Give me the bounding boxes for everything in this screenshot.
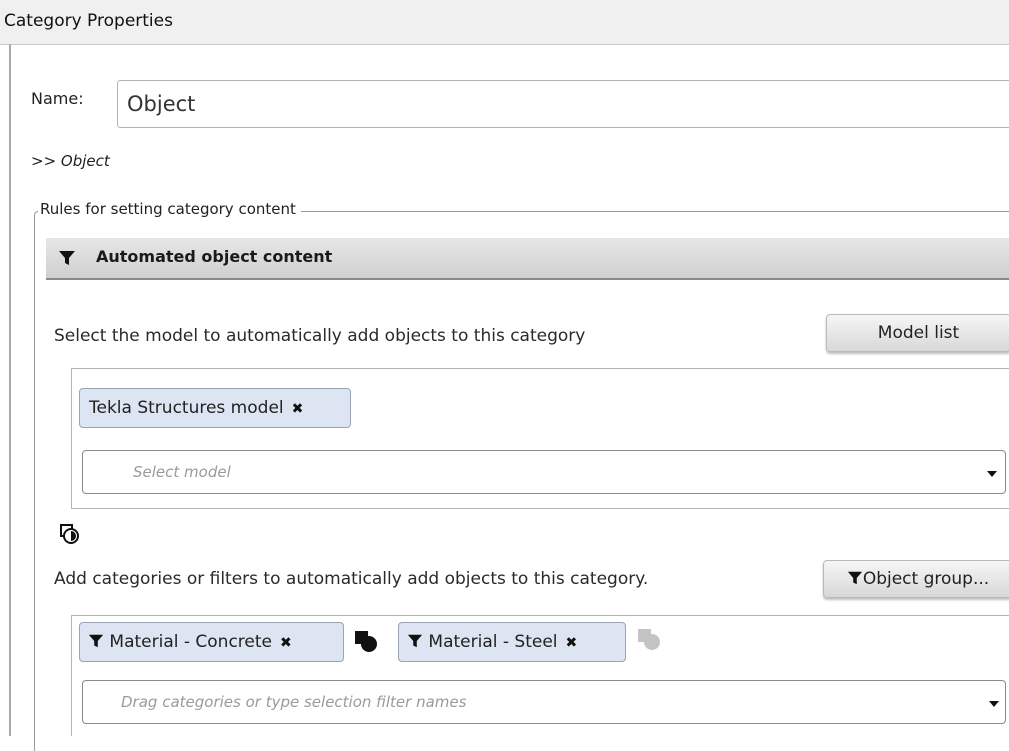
- filter-chip-label: Material - Concrete: [109, 632, 273, 652]
- filter-chip-label: Material - Steel: [428, 632, 558, 652]
- combine-icon[interactable]: [354, 630, 380, 654]
- close-icon[interactable]: ✖: [292, 401, 304, 417]
- name-input[interactable]: Object: [117, 80, 1009, 128]
- model-list-button[interactable]: Model list: [826, 314, 1009, 352]
- automated-content-header[interactable]: Automated object content: [46, 238, 1009, 280]
- filter-select-placeholder: Drag categories or type selection filter…: [121, 693, 467, 711]
- object-group-button-label: Object group...: [862, 569, 990, 589]
- combine-icon[interactable]: [637, 628, 663, 652]
- filter-instruction: Add categories or filters to automatical…: [54, 569, 649, 589]
- model-instruction: Select the model to automatically add ob…: [54, 326, 586, 346]
- breadcrumb-current: Object: [60, 152, 110, 170]
- model-select-placeholder: Select model: [133, 463, 231, 481]
- window-title: Category Properties: [4, 11, 173, 31]
- filter-icon: [88, 634, 104, 648]
- name-label: Name:: [31, 89, 84, 108]
- filter-select[interactable]: Drag categories or type selection filter…: [82, 680, 1006, 724]
- name-input-value: Object: [127, 92, 196, 116]
- model-select[interactable]: Select model: [82, 450, 1006, 494]
- model-list-button-label: Model list: [877, 323, 960, 343]
- dropdown-caret-icon: [987, 471, 997, 477]
- dropdown-caret-icon: [989, 701, 999, 707]
- rules-group-title: Rules for setting category content: [38, 200, 301, 218]
- window-titlebar: Category Properties: [0, 0, 1009, 45]
- close-icon[interactable]: ✖: [280, 635, 292, 651]
- filter-icon: [59, 251, 75, 265]
- model-chip-label: Tekla Structures model: [89, 398, 284, 418]
- panel-border: [9, 44, 11, 736]
- object-group-button[interactable]: Object group...: [823, 560, 1009, 598]
- filter-icon: [407, 634, 423, 648]
- breadcrumb-prefix: >>: [31, 152, 57, 170]
- section-header-label: Automated object content: [96, 247, 333, 266]
- close-icon[interactable]: ✖: [566, 635, 578, 651]
- model-chip[interactable]: Tekla Structures model ✖: [79, 388, 351, 428]
- combine-icon[interactable]: [60, 524, 80, 546]
- filter-chip-concrete[interactable]: Material - Concrete ✖: [79, 622, 344, 662]
- filter-icon: [847, 571, 862, 585]
- breadcrumb: >> Object: [31, 152, 110, 170]
- filter-chip-steel[interactable]: Material - Steel ✖: [398, 622, 626, 662]
